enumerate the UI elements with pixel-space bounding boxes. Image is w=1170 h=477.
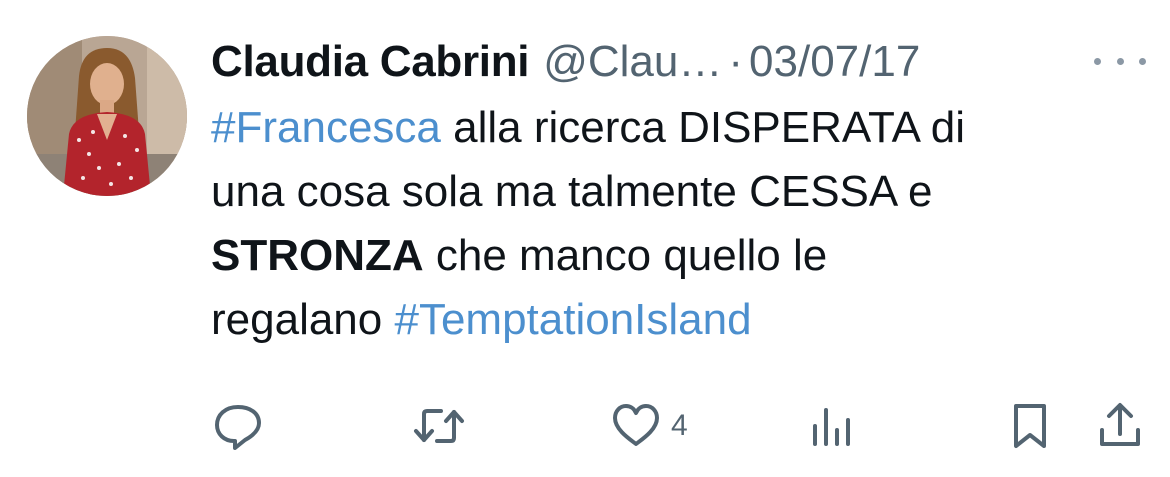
reply-button[interactable] (211, 400, 265, 452)
hashtag-link[interactable]: #TemptationIsland (394, 295, 751, 344)
like-count: 4 (671, 409, 688, 442)
text-segment: alla ricerca DISPERATA di (440, 103, 965, 152)
tweet-text-line: una cosa sola ma talmente CESSA e (211, 160, 1161, 224)
share-button[interactable] (1097, 400, 1143, 452)
tweet-text: #Francesca alla ricerca DISPERATA di una… (211, 96, 1161, 352)
tweet: Claudia Cabrini @Clau… · 03/07/17 #Franc… (0, 0, 1170, 477)
tweet-date[interactable]: 03/07/17 (749, 37, 920, 87)
author-name[interactable]: Claudia Cabrini (211, 37, 530, 87)
tweet-text-line: regalano #TemptationIsland (211, 288, 1161, 352)
avatar-photo (27, 36, 187, 196)
retweet-button[interactable] (411, 400, 467, 452)
like-button[interactable]: 4 (611, 400, 688, 452)
bookmark-button[interactable] (1010, 400, 1050, 452)
separator-dot: · (728, 37, 744, 86)
bold-text-segment: STRONZA (211, 231, 424, 280)
bookmark-icon (1014, 404, 1046, 448)
text-segment: regalano (211, 295, 395, 344)
tweet-header: Claudia Cabrini @Clau… · 03/07/17 (211, 34, 920, 90)
tweet-text-line: #Francesca alla ricerca DISPERATA di (211, 96, 1161, 160)
text-segment: una cosa sola ma talmente CESSA e (211, 167, 933, 216)
reply-icon (215, 405, 261, 450)
views-button[interactable] (810, 400, 856, 452)
heart-icon (613, 404, 659, 446)
share-icon (1100, 403, 1140, 446)
retweet-icon (414, 409, 464, 443)
text-segment: che manco quello le (423, 231, 828, 280)
views-icon (813, 408, 850, 446)
tweet-text-line: STRONZA che manco quello le (211, 224, 1161, 288)
more-horizontal-icon[interactable] (1094, 48, 1146, 74)
avatar[interactable] (27, 36, 187, 196)
hashtag-link[interactable]: #Francesca (211, 103, 441, 152)
author-handle[interactable]: @Clau… (543, 37, 722, 87)
